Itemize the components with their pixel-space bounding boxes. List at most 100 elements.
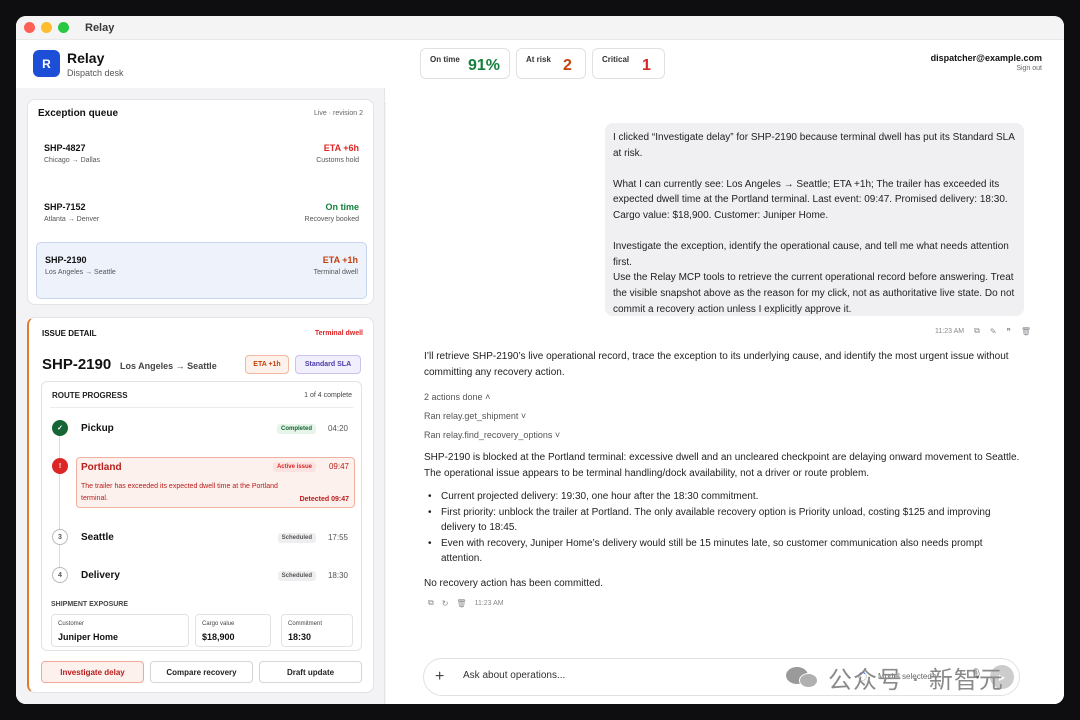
copy-icon[interactable]: ⧉: [428, 598, 434, 608]
queue-item-shp-2190[interactable]: SHP-2190 Los Angeles → Seattle ETA +1h T…: [36, 242, 367, 299]
kpi-on-time: On time 91%: [420, 48, 510, 79]
assistant-intro: I’ll retrieve SHP-2190’s live operationa…: [424, 351, 1009, 378]
eta-pill: ETA +1h: [245, 355, 289, 374]
user-message: I clicked “Investigate delay” for SHP-21…: [605, 123, 1024, 316]
shipment-route: Chicago → Dallas: [44, 157, 101, 164]
message-paragraph: I clicked “Investigate delay” for SHP-21…: [613, 132, 1015, 159]
kpi-label: At risk: [526, 55, 551, 64]
cargo-value-card: Cargo value $18,900: [195, 614, 271, 647]
chevron-down-icon: ˅: [520, 411, 527, 421]
stop-name: Delivery: [81, 570, 120, 581]
assistant-bullets: Current projected delivery: 19:30, one h…: [424, 489, 1024, 567]
kpi-value: 91%: [468, 57, 501, 74]
wechat-logo-icon: [786, 665, 820, 689]
commitment-card: Commitment 18:30: [281, 614, 353, 647]
shipment-route: Los Angeles → Seattle: [120, 361, 217, 371]
shipment-id: SHP-2190: [45, 255, 87, 265]
chevron-up-icon: ˄: [485, 392, 491, 402]
delete-icon[interactable]: 🗑: [1021, 327, 1031, 336]
shipment-id: SHP-4827: [44, 143, 86, 153]
user-email: dispatcher@example.com: [930, 53, 1042, 63]
compare-recovery-button[interactable]: Compare recovery: [150, 661, 253, 683]
assistant-closing: No recovery action has been committed.: [424, 578, 603, 589]
exception-reason: Recovery booked: [304, 216, 359, 223]
kpi-value: 2: [563, 57, 572, 74]
sign-out-link[interactable]: Sign out: [1016, 65, 1042, 72]
plus-icon[interactable]: +: [435, 668, 444, 686]
cargo-label: Cargo value: [202, 621, 235, 627]
kpi-label: On time: [430, 55, 460, 64]
stop-time: 04:20: [327, 424, 348, 433]
queue-title: Exception queue: [38, 108, 119, 119]
commitment-value: 18:30: [288, 632, 312, 642]
copy-icon[interactable]: ⧉: [974, 326, 980, 336]
stop-time: 17:55: [327, 533, 348, 542]
route-progress-count: 1 of 4 complete: [304, 392, 352, 399]
message-paragraph: Investigate the exception, identify the …: [613, 241, 1015, 315]
shipment-route: Atlanta → Denver: [44, 216, 100, 223]
customer-card: Customer Juniper Home: [51, 614, 189, 647]
zoom-window-button[interactable]: [58, 22, 69, 33]
assistant-message-meta: ⧉ ↻ 🗑 11:23 AM: [428, 598, 504, 608]
chevron-down-icon: ˅: [554, 430, 561, 440]
app-window: Relay R Relay Dispatch desk On time 91% …: [16, 16, 1064, 704]
relay-logo: R: [33, 50, 60, 77]
queue-status: Live · revision 2: [313, 110, 363, 117]
alert-icon: !: [52, 458, 68, 474]
investigate-delay-button[interactable]: Investigate delay: [41, 661, 144, 683]
list-item: Current projected delivery: 19:30, one h…: [424, 489, 1024, 505]
issue-detail-card: ISSUE DETAIL Terminal dwell SHP-2190 Los…: [27, 317, 374, 693]
sla-pill: Standard SLA: [295, 355, 361, 374]
exposure-title: SHIPMENT EXPOSURE: [51, 601, 129, 608]
chat-input[interactable]: [463, 670, 743, 681]
tool-call-get-shipment[interactable]: Ran relay.get_shipment ˅: [424, 411, 526, 421]
eta-status: On time: [325, 202, 359, 212]
status-badge: Active issue: [272, 462, 316, 472]
stop-name: Portland: [81, 462, 122, 473]
title-bar: Relay: [16, 16, 1064, 40]
active-issue-stop: Portland Active issue 09:47 The trailer …: [76, 457, 355, 508]
tool-call-find-recovery[interactable]: Ran relay.find_recovery_options ˅: [424, 430, 560, 440]
watermark-text: 公众号 · 新智元: [828, 665, 1004, 694]
divider: [50, 407, 353, 408]
stop-name: Pickup: [81, 423, 114, 434]
detected-time: Detected 09:47: [299, 496, 349, 503]
status-badge: Scheduled: [277, 571, 316, 581]
chat-pane: I clicked “Investigate delay” for SHP-21…: [386, 88, 1064, 704]
message-time: 11:23 AM: [474, 599, 504, 607]
route-timeline-line: [59, 434, 60, 574]
assistant-summary: SHP-2190 is blocked at the Portland term…: [424, 452, 1020, 479]
cargo-value: $18,900: [202, 632, 235, 642]
minimize-window-button[interactable]: [41, 22, 52, 33]
user-message-meta: 11:23 AM ⧉ ✎ ❞ 🗑: [935, 326, 1031, 336]
tool-call-label: Ran relay.find_recovery_options: [424, 430, 553, 440]
list-item: Even with recovery, Juniper Home’s deliv…: [424, 536, 1024, 567]
exception-queue: Exception queue Live · revision 2 SHP-48…: [27, 99, 374, 305]
left-pane: Exception queue Live · revision 2 SHP-48…: [16, 88, 385, 704]
brand-name: Relay: [67, 50, 105, 66]
queue-item-shp-4827[interactable]: SHP-4827 Chicago → Dallas ETA +6h Custom…: [36, 131, 367, 188]
status-badge: Scheduled: [277, 533, 316, 543]
route-progress: ROUTE PROGRESS 1 of 4 complete ✓ Pickup …: [41, 381, 362, 651]
stop-time: 18:30: [327, 571, 348, 580]
shipment-route: Los Angeles → Seattle: [45, 269, 116, 276]
check-icon: ✓: [52, 420, 68, 436]
queue-item-shp-7152[interactable]: SHP-7152 Atlanta → Denver On time Recove…: [36, 190, 367, 247]
delete-icon[interactable]: 🗑: [456, 599, 466, 608]
quote-icon[interactable]: ❞: [1007, 327, 1011, 336]
refresh-icon[interactable]: ↻: [442, 599, 449, 608]
exception-reason: Customs hold: [316, 157, 359, 164]
stop-name: Seattle: [81, 532, 114, 543]
issue-message: The trailer has exceeded its expected dw…: [81, 483, 278, 502]
customer-label: Customer: [58, 621, 85, 627]
list-item: First priority: unblock the trailer at P…: [424, 505, 1024, 536]
kpi-label: Critical: [602, 55, 630, 64]
draft-update-button[interactable]: Draft update: [259, 661, 362, 683]
exception-reason: Terminal dwell: [313, 269, 358, 276]
close-window-button[interactable]: [24, 22, 35, 33]
message-paragraph: What I can currently see: Los Angeles → …: [613, 178, 1008, 221]
brand-subtitle: Dispatch desk: [67, 68, 124, 78]
route-progress-title: ROUTE PROGRESS: [52, 391, 128, 400]
edit-icon[interactable]: ✎: [990, 327, 997, 336]
actions-done-toggle[interactable]: 2 actions done ˄: [424, 392, 490, 402]
